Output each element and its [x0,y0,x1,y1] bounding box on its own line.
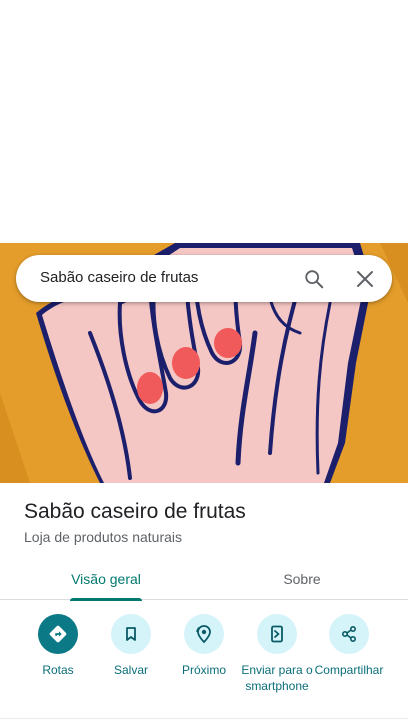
divider [0,718,408,719]
place-title: Sabão caseiro de frutas [24,500,246,523]
share-button[interactable]: Compartilhar [309,614,389,678]
tab-about-label: Sobre [283,571,321,587]
tab-overview-label: Visão geral [71,571,141,587]
place-tabs: Visão geral Sobre [0,558,408,601]
send-to-phone-button[interactable]: Enviar para o smartphone [237,614,317,694]
search-bar[interactable]: Sabão caseiro de frutas [16,255,392,302]
share-icon [329,614,369,654]
close-icon[interactable] [351,265,379,293]
share-label: Compartilhar [314,663,384,677]
search-icon[interactable] [300,265,328,293]
search-query[interactable]: Sabão caseiro de frutas [40,269,198,286]
save-button[interactable]: Salvar [91,614,171,678]
save-label: Salvar [113,663,148,677]
send-to-phone-label: Enviar para o smartphone [241,663,313,693]
bookmark-icon [111,614,151,654]
send-to-phone-icon [257,614,297,654]
tab-about[interactable]: Sobre [230,558,374,600]
nearby-button[interactable]: Próximo [164,614,244,678]
action-buttons: Rotas Salvar Próximo Enviar para o smart… [0,614,408,714]
tab-overview[interactable]: Visão geral [34,558,178,601]
directions-icon [38,614,78,654]
nearby-label: Próximo [181,663,226,677]
directions-button[interactable]: Rotas [18,614,98,678]
nearby-icon [184,614,224,654]
map-blank-area [0,0,408,243]
directions-label: Rotas [42,663,74,677]
place-category[interactable]: Loja de produtos naturais [24,529,182,545]
active-tab-indicator [70,598,142,601]
